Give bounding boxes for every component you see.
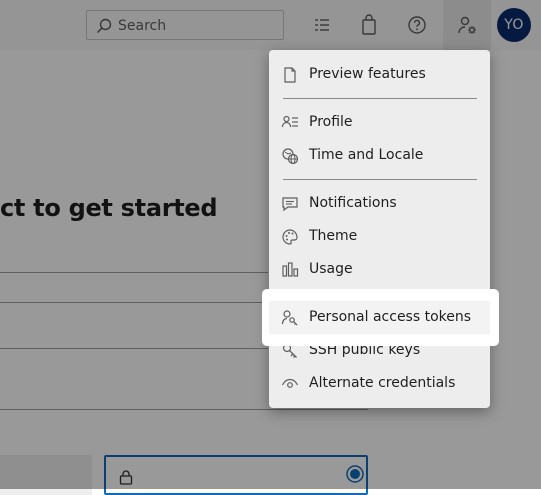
menu-item-notifications[interactable]: Notifications — [269, 187, 490, 220]
menu-item-alternate-credentials[interactable]: Alternate credentials — [269, 367, 490, 400]
chat-icon — [282, 197, 298, 212]
menu-item-label: Preview features — [309, 66, 426, 82]
menu-item-label: Usage — [309, 261, 353, 277]
globe-clock-icon — [282, 148, 299, 165]
document-icon — [284, 67, 296, 83]
menu-item-profile[interactable]: Profile — [269, 106, 490, 139]
eye-icon — [281, 378, 299, 388]
bar-chart-icon — [282, 262, 299, 277]
menu-item-time-and-locale[interactable]: Time and Locale — [269, 139, 490, 172]
menu-item-label: Theme — [309, 228, 358, 244]
menu-item-preview-features[interactable]: Preview features — [269, 58, 490, 91]
menu-divider — [283, 179, 477, 180]
menu-item-label: Personal access tokens — [309, 309, 472, 325]
menu-item-label: Time and Locale — [309, 147, 424, 163]
menu-item-label: Alternate credentials — [309, 375, 456, 391]
palette-icon — [282, 229, 298, 245]
profile-icon — [281, 115, 298, 128]
menu-item-label: Profile — [309, 114, 353, 130]
menu-item-label: Notifications — [309, 195, 397, 211]
menu-divider — [283, 98, 477, 99]
person-key-icon — [281, 310, 298, 326]
user-settings-menu: Preview features Profile Time and Locale — [269, 50, 490, 408]
menu-item-theme[interactable]: Theme — [269, 220, 490, 253]
menu-item-usage[interactable]: Usage — [269, 253, 490, 286]
menu-item-personal-access-tokens[interactable]: Personal access tokens — [262, 289, 499, 346]
